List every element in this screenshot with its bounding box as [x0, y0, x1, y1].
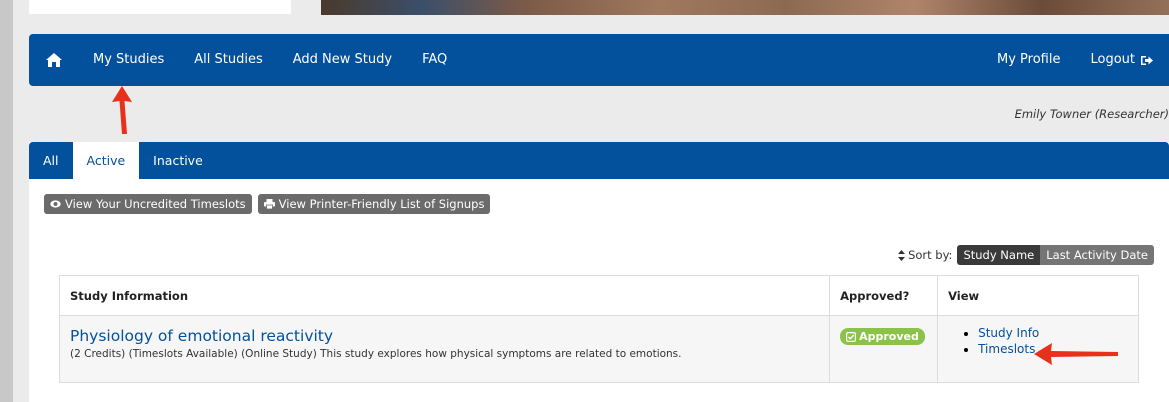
printer-icon — [263, 199, 275, 209]
tab-inactive[interactable]: Inactive — [139, 142, 217, 179]
nav-add-new-study[interactable]: Add New Study — [278, 34, 407, 86]
table-row: Physiology of emotional reactivity (2 Cr… — [58, 315, 1139, 383]
sort-by-study-name[interactable]: Study Name — [957, 245, 1041, 265]
sort-label: Sort by: — [898, 248, 952, 262]
view-uncredited-timeslots-button[interactable]: View Your Uncredited Timeslots — [44, 194, 252, 214]
action-buttons: View Your Uncredited Timeslots View Prin… — [44, 194, 491, 214]
main-content: My Studies All Studies Add New Study FAQ… — [29, 14, 1169, 402]
nav-logout-label: Logout — [1090, 52, 1135, 67]
view-cell: Study Info Timeslots — [937, 315, 1139, 383]
home-button[interactable] — [29, 34, 78, 86]
list-item: Timeslots — [978, 342, 1128, 356]
nav-my-studies[interactable]: My Studies — [78, 34, 179, 86]
approved-cell: Approved — [829, 315, 939, 383]
tab-active[interactable]: Active — [72, 142, 140, 179]
tab-all[interactable]: All — [29, 142, 73, 179]
view-printer-friendly-button[interactable]: View Printer-Friendly List of Signups — [257, 194, 491, 214]
home-icon — [46, 53, 62, 67]
view-links: Study Info Timeslots — [948, 326, 1128, 356]
header-study-information: Study Information — [58, 275, 831, 316]
nav-all-studies[interactable]: All Studies — [179, 34, 277, 86]
nav-right: My Profile Logout — [982, 34, 1169, 86]
studies-panel: All Active Inactive View Your Uncredited… — [29, 142, 1169, 402]
study-info-link[interactable]: Study Info — [978, 326, 1039, 340]
main-navbar: My Studies All Studies Add New Study FAQ… — [29, 34, 1169, 86]
header-view: View — [937, 275, 1139, 316]
left-gutter — [0, 0, 13, 402]
study-filter-tabs: All Active Inactive — [29, 142, 1169, 179]
study-title-link[interactable]: Physiology of emotional reactivity — [70, 327, 819, 345]
study-info-cell: Physiology of emotional reactivity (2 Cr… — [58, 315, 831, 383]
nav-faq[interactable]: FAQ — [407, 34, 462, 86]
studies-table: Study Information Approved? View Physiol… — [58, 275, 1139, 383]
approved-badge-label: Approved — [859, 330, 919, 343]
top-card — [29, 0, 291, 14]
logout-icon — [1141, 55, 1153, 65]
list-item: Study Info — [978, 326, 1128, 340]
view-uncredited-label: View Your Uncredited Timeslots — [65, 197, 246, 211]
header-approved: Approved? — [829, 275, 939, 316]
sort-by-last-activity-date[interactable]: Last Activity Date — [1040, 245, 1154, 265]
sort-icon — [898, 249, 906, 261]
table-header-row: Study Information Approved? View — [58, 275, 1139, 316]
studies-table-wrap: Study Information Approved? View Physiol… — [58, 275, 1139, 383]
sort-controls: Sort by: Study Name Last Activity Date — [898, 245, 1154, 265]
sort-label-text: Sort by: — [908, 248, 953, 262]
check-square-icon — [846, 331, 857, 342]
header-banner-image — [321, 0, 1169, 15]
timeslots-link[interactable]: Timeslots — [978, 342, 1035, 356]
current-user: Emily Towner (Researcher) — [1014, 107, 1169, 121]
nav-logout[interactable]: Logout — [1075, 34, 1169, 86]
eye-icon — [50, 200, 61, 208]
study-description: (2 Credits) (Timeslots Available) (Onlin… — [70, 348, 682, 360]
view-printer-friendly-label: View Printer-Friendly List of Signups — [278, 197, 485, 211]
approved-badge: Approved — [840, 328, 925, 345]
nav-my-profile[interactable]: My Profile — [982, 34, 1075, 86]
